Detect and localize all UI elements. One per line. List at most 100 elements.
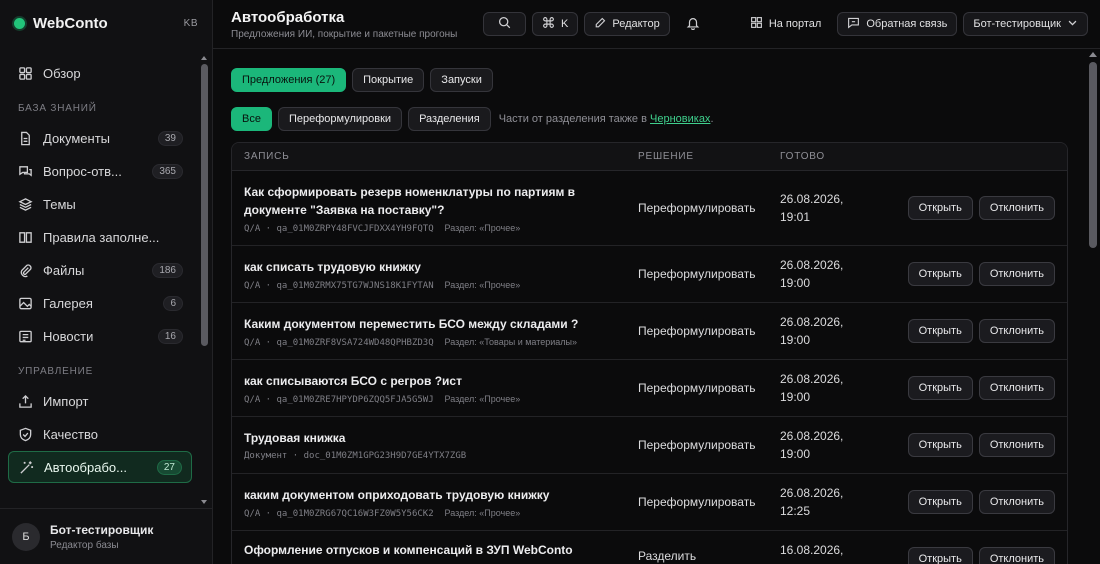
reject-button[interactable]: Отклонить — [978, 196, 1055, 220]
user-card[interactable]: Б Бот-тестировщик Редактор базы — [0, 508, 213, 564]
reject-button[interactable]: Отклонить — [978, 433, 1055, 457]
table-row: Оформление отпусков и компенсаций в ЗУП … — [232, 531, 1067, 564]
count-badge: 6 — [163, 295, 183, 311]
record-section: Раздел: «Товары и материалы» — [444, 336, 578, 347]
sidebar-header: WebConto KB — [0, 0, 212, 47]
scrollbar-thumb[interactable] — [201, 64, 208, 346]
ready-date: 26.08.2026, — [780, 258, 844, 272]
sidebar-item-label: Галерея — [43, 295, 93, 311]
paperclip-icon — [17, 262, 33, 278]
open-button[interactable]: Открыть — [907, 262, 973, 286]
sidebar-item-gallery[interactable]: Галерея 6 — [8, 287, 192, 319]
record-section: Раздел: «Прочее» — [444, 393, 521, 404]
scroll-up-icon[interactable] — [1089, 52, 1097, 57]
open-button[interactable]: Открыть — [907, 196, 973, 220]
scrollbar-thumb[interactable] — [1089, 62, 1097, 248]
drafts-link[interactable]: Черновиках — [650, 113, 710, 125]
feedback-button[interactable]: Обратная связь — [837, 12, 958, 36]
record-ready: 26.08.2026, 19:00 — [780, 370, 900, 406]
tab-coverage[interactable]: Покрытие — [352, 68, 425, 92]
command-palette-button[interactable]: K — [532, 12, 579, 36]
record-id: Q/A · qa_01M0ZRMX75TG7WJNS18K1FYTAN — [244, 280, 434, 291]
brand-logo[interactable]: WebConto — [14, 15, 108, 32]
reject-button[interactable]: Отклонить — [978, 547, 1055, 564]
chat-icon — [17, 163, 33, 179]
sidebar-item-import[interactable]: Импорт — [8, 385, 192, 417]
sidebar-item-label: Импорт — [43, 393, 89, 409]
sidebar-item-news[interactable]: Новости 16 — [8, 320, 192, 352]
grid-icon — [750, 16, 763, 32]
header-decision: РЕШЕНИЕ — [638, 151, 694, 162]
user-menu-label: Бот-тестировщик — [973, 18, 1061, 30]
count-badge: 186 — [152, 262, 183, 278]
open-button[interactable]: Открыть — [907, 376, 973, 400]
user-menu-button[interactable]: Бот-тестировщик — [963, 12, 1088, 36]
topbar-actions: K Редактор На портал Обратная связь Бот-… — [483, 12, 1088, 36]
open-button[interactable]: Открыть — [907, 490, 973, 514]
ready-time: 19:00 — [780, 447, 811, 461]
reject-button[interactable]: Отклонить — [978, 490, 1055, 514]
count-badge: 39 — [157, 130, 183, 146]
sidebar-item-documents[interactable]: Документы 39 — [8, 122, 192, 154]
table-row: Как сформировать резерв номенклатуры по … — [232, 171, 1067, 246]
message-icon — [847, 16, 860, 32]
notifications-button[interactable] — [676, 12, 710, 36]
sidebar-item-label: Обзор — [43, 65, 81, 81]
news-icon — [17, 328, 33, 344]
sidebar-item-topics[interactable]: Темы — [8, 188, 192, 220]
record-decision: Переформулировать — [638, 438, 756, 452]
scroll-down-icon[interactable] — [201, 500, 207, 504]
sidebar-item-overview[interactable]: Обзор — [8, 57, 192, 89]
ready-date: 26.08.2026, — [780, 315, 844, 329]
ready-time: 19:00 — [780, 390, 811, 404]
editor-button[interactable]: Редактор — [584, 12, 670, 36]
hint-suffix: . — [710, 113, 714, 125]
content: Предложения (27) Покрытие Запуски Все Пе… — [213, 49, 1086, 564]
filter-hint: Части от разделения также в Черновиках. — [499, 113, 714, 125]
tab-suggestions[interactable]: Предложения (27) — [231, 68, 347, 92]
record-decision: Переформулировать — [638, 201, 756, 215]
grid-icon — [17, 65, 33, 81]
header-record: ЗАПИСЬ — [244, 151, 290, 162]
main-scrollbar[interactable] — [1089, 52, 1097, 564]
tab-runs[interactable]: Запуски — [430, 68, 493, 92]
sidebar: WebConto KB Обзор БАЗА ЗНАНИЙ Документы … — [0, 0, 213, 564]
filter-all[interactable]: Все — [231, 107, 272, 131]
record-meta: Q/A · qa_01M0ZRG67QC16W3FZ0W5Y56CK2 Разд… — [244, 508, 638, 519]
sidebar-item-quality[interactable]: Качество — [8, 418, 192, 450]
reject-button[interactable]: Отклонить — [978, 319, 1055, 343]
record-meta: Q/A · qa_01M0ZRMX75TG7WJNS18K1FYTAN Разд… — [244, 280, 638, 291]
command-key-icon — [542, 16, 555, 32]
scroll-up-icon[interactable] — [201, 56, 207, 60]
record-title: каким документом оприходовать трудовую к… — [244, 487, 550, 502]
sidebar-item-qa[interactable]: Вопрос-отв... 365 — [8, 155, 192, 187]
record-ready: 26.08.2026, 19:00 — [780, 313, 900, 349]
portal-button[interactable]: На портал — [740, 12, 832, 36]
sidebar-scrollbar[interactable] — [201, 56, 208, 504]
sidebar-item-autoprocessing[interactable]: Автообрабо... 27 — [8, 451, 192, 483]
sidebar-item-rules[interactable]: Правила заполне... — [8, 221, 192, 253]
filter-splits[interactable]: Разделения — [408, 107, 491, 131]
record-meta: Q/A · qa_01M0ZRPY48FVCJFDXX4YH9FQTQ Разд… — [244, 223, 638, 234]
sidebar-item-label: Новости — [43, 328, 94, 344]
record-section: Раздел: «Прочее» — [444, 279, 521, 290]
search-button[interactable] — [483, 12, 526, 36]
record-decision: Переформулировать — [638, 267, 756, 281]
user-role: Редактор базы — [50, 539, 119, 551]
reject-button[interactable]: Отклонить — [978, 376, 1055, 400]
search-icon — [498, 16, 511, 32]
open-button[interactable]: Открыть — [907, 319, 973, 343]
record-ready: 16.08.2026, — [780, 541, 900, 559]
reject-button[interactable]: Отклонить — [978, 262, 1055, 286]
ready-time: 19:01 — [780, 210, 811, 224]
filter-rephrasings[interactable]: Переформулировки — [277, 107, 403, 131]
sidebar-item-files[interactable]: Файлы 186 — [8, 254, 192, 286]
open-button[interactable]: Открыть — [907, 433, 973, 457]
bell-icon — [686, 16, 700, 33]
table-row: как списать трудовую книжку Q/A · qa_01M… — [232, 246, 1067, 303]
chevron-down-icon — [1067, 17, 1078, 31]
open-button[interactable]: Открыть — [907, 547, 973, 564]
ready-time: 12:25 — [780, 504, 811, 518]
record-ready: 26.08.2026, 19:00 — [780, 427, 900, 463]
record-id: Q/A · qa_01M0ZRE7HPYDP6ZQQ5FJA5G5WJ — [244, 394, 434, 405]
